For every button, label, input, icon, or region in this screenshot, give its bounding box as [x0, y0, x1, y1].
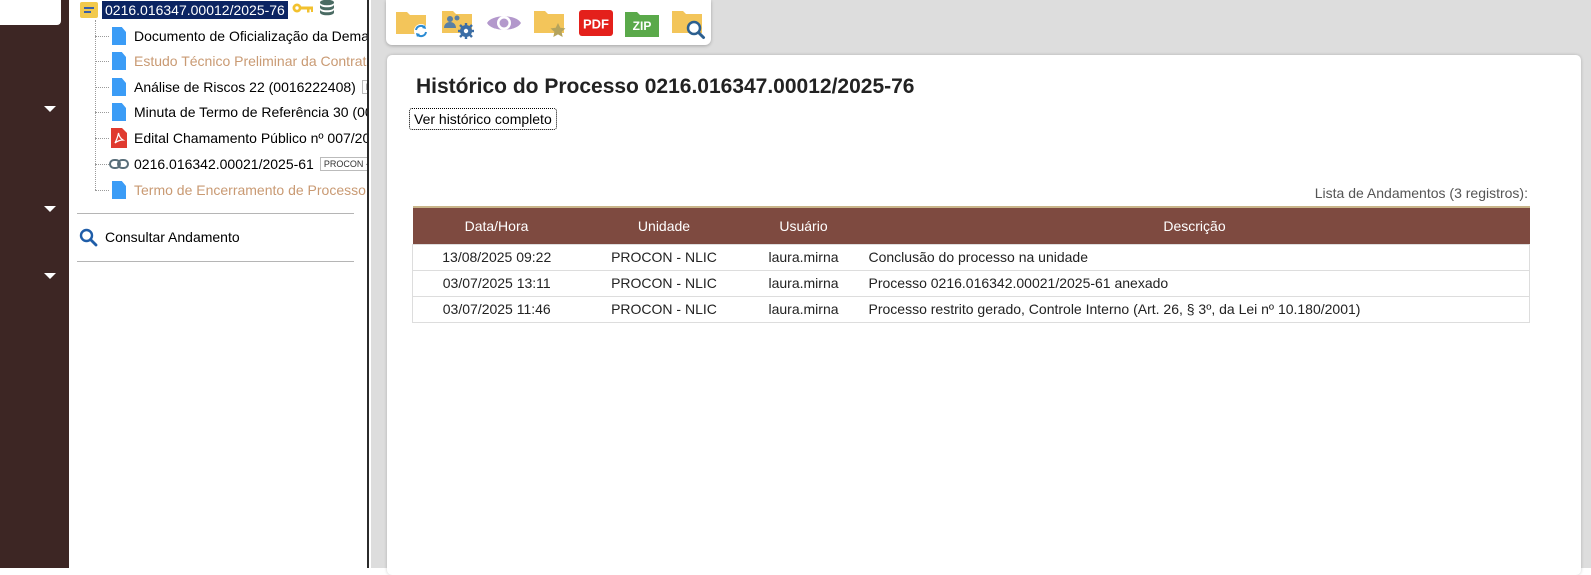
toolbar: PDF ZIP — [386, 0, 711, 45]
cell-user[interactable]: laura.mirna — [747, 243, 860, 271]
chevron-down-icon[interactable] — [44, 106, 56, 112]
cell-datetime: 13/08/2025 09:22 — [412, 243, 581, 271]
cell-datetime: 03/07/2025 13:11 — [412, 269, 581, 297]
pdf-icon[interactable]: PDF — [576, 3, 616, 43]
tree-node-document[interactable]: Estudo Técnico Preliminar da Contrata — [95, 49, 371, 73]
cell-description: Conclusão do processo na unidade — [859, 243, 1530, 271]
consult-progress-link[interactable]: Consultar Andamento — [79, 226, 240, 248]
cell-unit[interactable]: PROCON - NLIC — [580, 295, 748, 323]
left-rail — [0, 0, 69, 568]
column-header-user[interactable]: Usuário — [748, 207, 860, 244]
tree-node-label[interactable]: 0216.016342.00021/2025-61 — [134, 156, 314, 172]
divider — [77, 261, 354, 262]
divider — [77, 213, 354, 214]
link-icon — [109, 154, 129, 174]
rail-top-box[interactable] — [0, 0, 61, 25]
history-table: Data/Hora Unidade Usuário Descrição 13/0… — [412, 206, 1530, 323]
tree-node-document[interactable]: Minuta de Termo de Referência 30 (00 — [95, 100, 371, 124]
cell-unit[interactable]: PROCON - NLIC — [580, 243, 748, 271]
search-icon — [79, 228, 98, 246]
database-icon[interactable] — [319, 0, 335, 22]
folder-refresh-icon[interactable] — [392, 3, 432, 43]
document-icon — [109, 26, 129, 46]
table-caption: Lista de Andamentos (3 registros): — [1314, 185, 1528, 201]
tree-node-pdf[interactable]: Edital Chamamento Público nº 007/20 — [95, 126, 370, 150]
column-header-description[interactable]: Descrição — [860, 207, 1530, 244]
cell-user[interactable]: laura.mirna — [747, 295, 860, 323]
document-icon — [109, 51, 129, 71]
chevron-down-icon[interactable] — [44, 273, 56, 279]
tree-root-label[interactable]: 0216.016347.00012/2025-76 — [102, 1, 288, 19]
pdf-document-icon — [109, 128, 129, 148]
zip-icon[interactable]: ZIP — [622, 3, 662, 43]
tree-node-label[interactable]: Edital Chamamento Público nº 007/20 — [134, 130, 370, 146]
cell-datetime: 03/07/2025 11:46 — [412, 295, 581, 323]
chevron-down-icon[interactable] — [44, 206, 56, 212]
history-panel: Histórico do Processo 0216.016347.00012/… — [387, 55, 1581, 575]
cell-description: Processo 0216.016342.00021/2025-61 anexa… — [859, 269, 1530, 297]
page-title: Histórico do Processo 0216.016347.00012/… — [416, 75, 915, 98]
view-full-history-button[interactable]: Ver histórico completo — [409, 108, 557, 130]
table-row: 03/07/2025 11:46 PROCON - NLIC laura.mir… — [412, 295, 1530, 323]
column-header-datetime[interactable]: Data/Hora — [413, 207, 581, 244]
folder-users-settings-icon[interactable] — [438, 3, 478, 43]
zip-icon-text: ZIP — [633, 19, 652, 33]
document-icon — [109, 180, 129, 200]
tree-node-document[interactable]: Análise de Riscos 22 (0016222408) P — [95, 75, 371, 99]
table-row: 13/08/2025 09:22 PROCON - NLIC laura.mir… — [412, 243, 1530, 271]
consult-progress-label[interactable]: Consultar Andamento — [105, 229, 240, 245]
document-icon — [109, 77, 129, 97]
eye-icon[interactable] — [484, 3, 524, 43]
process-tree: 0216.016347.00012/2025-76 Documento de O… — [69, 0, 371, 568]
folder-star-icon[interactable] — [530, 3, 570, 43]
tree-node-label[interactable]: Análise de Riscos 22 (0016222408) — [134, 79, 356, 95]
table-header-row: Data/Hora Unidade Usuário Descrição — [412, 207, 1530, 244]
cell-description: Processo restrito gerado, Controle Inter… — [859, 295, 1530, 323]
tree-node-label[interactable]: Minuta de Termo de Referência 30 (00 — [134, 104, 371, 120]
tree-root-process[interactable]: 0216.016347.00012/2025-76 — [80, 0, 335, 20]
tree-node-label[interactable]: Documento de Oficialização da Dema — [134, 28, 369, 44]
folder-search-icon[interactable] — [668, 3, 708, 43]
tree-node-document[interactable]: Termo de Encerramento de Processo — [95, 178, 366, 202]
tree-node-label[interactable]: Termo de Encerramento de Processo — [134, 182, 366, 198]
cell-unit[interactable]: PROCON - NLIC — [580, 269, 748, 297]
tree-node-linked-process[interactable]: 0216.016342.00021/2025-61 PROCON - — [95, 152, 371, 176]
pdf-icon-text: PDF — [583, 16, 609, 31]
key-icon[interactable] — [292, 1, 314, 19]
document-icon — [109, 102, 129, 122]
cell-user[interactable]: laura.mirna — [747, 269, 860, 297]
column-header-unit[interactable]: Unidade — [581, 207, 748, 244]
main-area: PDF ZIP Histórico do Processo 0216.01634… — [371, 0, 1591, 575]
tree-node-label[interactable]: Estudo Técnico Preliminar da Contrata — [134, 53, 371, 69]
unit-tag: PROCON - — [319, 157, 371, 171]
table-row: 03/07/2025 13:11 PROCON - NLIC laura.mir… — [412, 269, 1530, 297]
tree-node-document[interactable]: Documento de Oficialização da Dema — [95, 24, 369, 48]
process-icon — [80, 2, 98, 18]
